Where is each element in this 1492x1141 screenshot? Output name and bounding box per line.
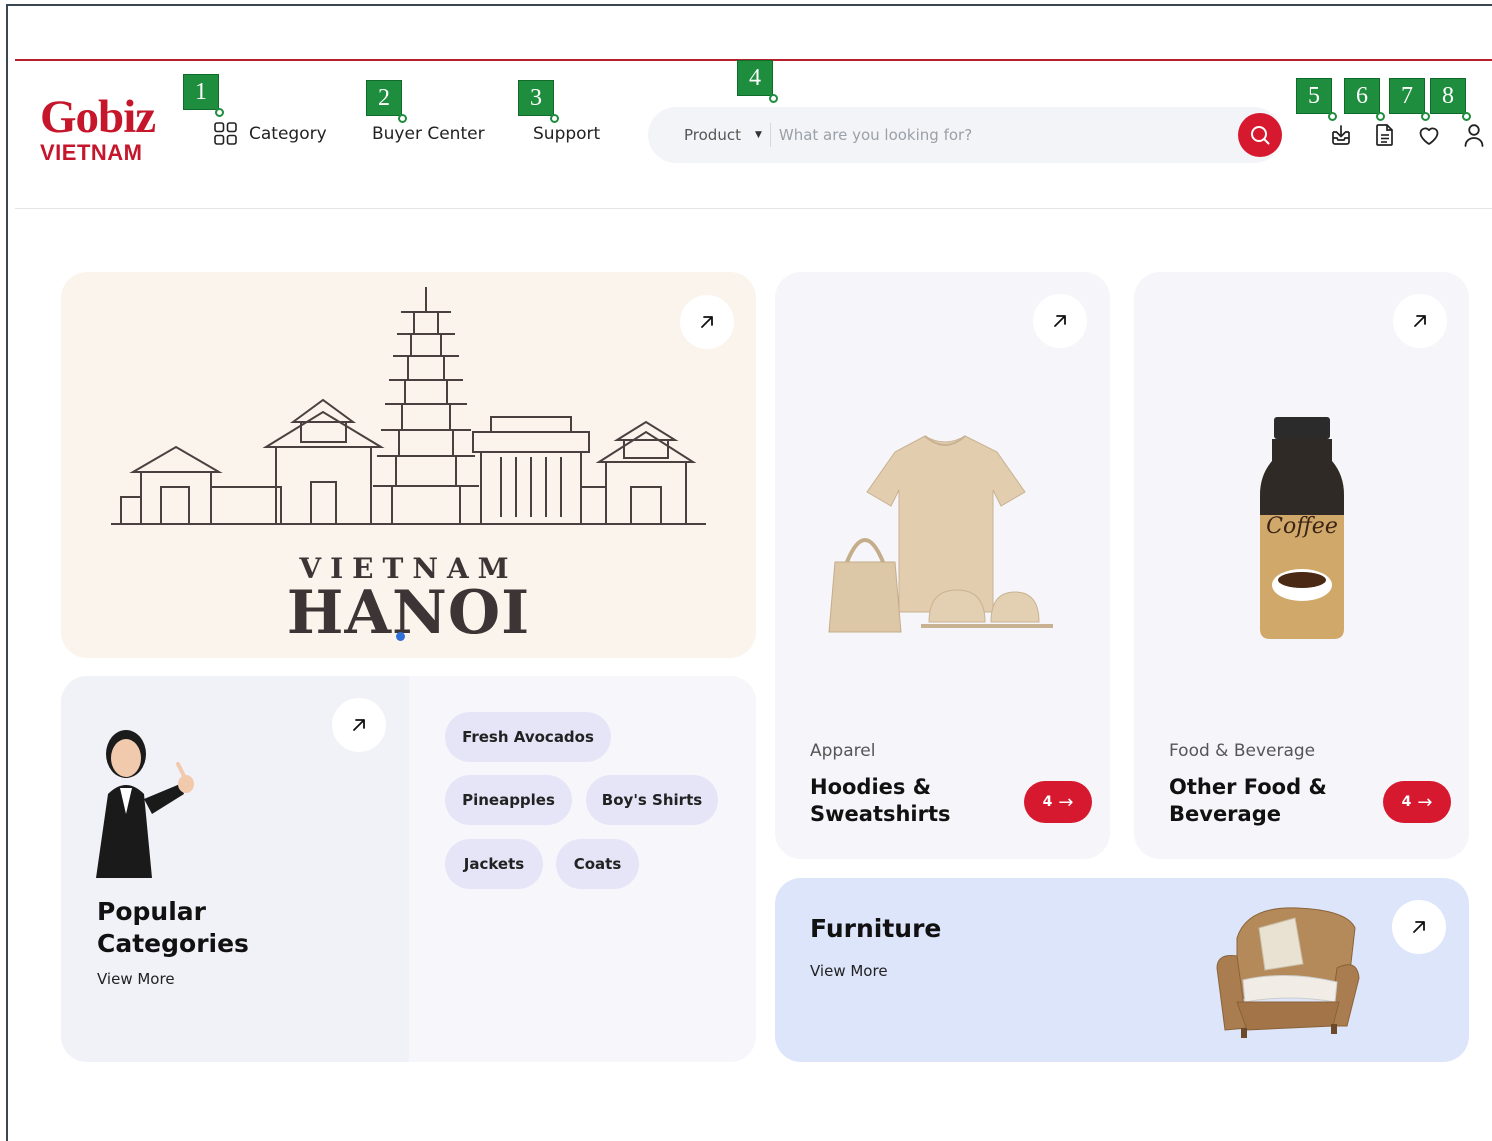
nav-support-label: Support xyxy=(533,124,601,144)
furniture-title: Furniture xyxy=(810,914,942,943)
arrow-right-icon: → xyxy=(1417,791,1433,813)
search-scope-label: Product xyxy=(684,126,741,144)
product-name-hoodies: Hoodies & Sweatshirts xyxy=(810,774,951,828)
furniture-view-more-link[interactable]: View More xyxy=(810,962,888,980)
annotation-badge-4: 4 xyxy=(737,60,778,103)
annotation-badge-6: 6 xyxy=(1344,78,1385,121)
heart-icon xyxy=(1419,127,1439,145)
chip-pineapples[interactable]: Pineapples xyxy=(445,775,572,825)
chip-jackets[interactable]: Jackets xyxy=(445,839,543,889)
popular-categories-card: Popular Categories View More Fresh Avoca… xyxy=(61,676,756,1062)
coffee-bottle-image: Coffee xyxy=(1260,417,1344,639)
product-name-line2: Sweatshirts xyxy=(810,802,951,826)
caret-down-icon: ▼ xyxy=(754,130,762,140)
document-icon xyxy=(1376,124,1393,146)
product-card-food-beverage[interactable]: Coffee Food & Beverage Other Food & Beve… xyxy=(1134,272,1469,859)
chip-boys-shirts[interactable]: Boy's Shirts xyxy=(586,775,718,825)
arrow-up-right-icon xyxy=(1413,921,1425,933)
annotation-badge-5: 5 xyxy=(1296,78,1337,121)
annotation-badge-3: 3 xyxy=(518,80,559,123)
site-logo[interactable]: Gobiz VIETNAM xyxy=(40,94,180,166)
popular-title: Popular Categories xyxy=(97,896,249,960)
hero-open-button[interactable] xyxy=(680,295,734,349)
annotation-badge-8: 8 xyxy=(1430,78,1471,121)
hero-banner-hanoi[interactable]: VIETNAM HANOI xyxy=(61,272,756,658)
header-divider xyxy=(15,208,1492,209)
popular-left-pane: Popular Categories View More xyxy=(61,676,409,1062)
product-category-food: Food & Beverage xyxy=(1169,741,1316,761)
nav-category-label: Category xyxy=(249,124,327,144)
search-icon xyxy=(1251,126,1270,145)
hanoi-skyline-illustration xyxy=(111,287,706,525)
hero-city-text: HANOI xyxy=(286,578,531,648)
product-name-line1: Other Food & xyxy=(1169,775,1327,799)
user-icon xyxy=(1464,124,1484,147)
product-name-line1: Hoodies & xyxy=(810,775,932,799)
orders-button[interactable] xyxy=(1370,120,1400,150)
popular-title-line2: Categories xyxy=(97,929,249,958)
arrow-up-right-icon xyxy=(1054,315,1066,327)
account-button[interactable] xyxy=(1459,120,1489,150)
search-button[interactable] xyxy=(1238,113,1282,157)
apparel-image xyxy=(828,435,1053,633)
chip-fresh-avocados[interactable]: Fresh Avocados xyxy=(445,712,611,762)
product-name-line2: Beverage xyxy=(1169,802,1281,826)
chip-coats[interactable]: Coats xyxy=(556,839,639,889)
logo-brand: Gobiz xyxy=(40,91,156,143)
product-count-button[interactable]: 4 → xyxy=(1024,781,1092,823)
wishlist-button[interactable] xyxy=(1414,120,1444,150)
saleswoman-illustration xyxy=(96,730,194,878)
armchair-image xyxy=(1216,907,1360,1038)
carousel-indicator-dot[interactable] xyxy=(396,632,405,641)
annotation-badge-2: 2 xyxy=(366,80,407,123)
product-count: 4 xyxy=(1401,794,1412,810)
furniture-open-button[interactable] xyxy=(1392,900,1446,954)
arrow-right-icon: → xyxy=(1058,791,1074,813)
product-name-other-food: Other Food & Beverage xyxy=(1169,774,1327,828)
logo-country: VIETNAM xyxy=(40,140,143,165)
search-input[interactable] xyxy=(778,126,1199,144)
arrow-up-right-icon xyxy=(701,316,713,328)
arrow-up-right-icon xyxy=(1414,315,1426,327)
product-count: 4 xyxy=(1042,794,1053,810)
search-scope-select[interactable]: Product ▼ xyxy=(684,126,762,144)
nav-buyer-center-label: Buyer Center xyxy=(372,124,485,144)
arrow-up-right-icon xyxy=(353,719,365,731)
grid-icon xyxy=(214,122,237,145)
annotation-badge-7: 7 xyxy=(1389,78,1430,121)
search-bar: Product ▼ xyxy=(648,107,1282,163)
nav-buyer-center[interactable]: Buyer Center xyxy=(372,120,485,148)
annotation-badge-1: 1 xyxy=(183,74,224,117)
nav-support[interactable]: Support xyxy=(533,120,600,148)
inbox-download-icon xyxy=(1332,125,1350,145)
nav-category[interactable]: Category xyxy=(213,120,327,148)
furniture-card[interactable]: Furniture View More xyxy=(775,878,1469,1062)
popular-view-more-link[interactable]: View More xyxy=(97,970,175,988)
food-open-button[interactable] xyxy=(1393,294,1447,348)
svg-text:Coffee: Coffee xyxy=(1266,514,1338,539)
product-card-apparel[interactable]: Apparel Hoodies & Sweatshirts 4 → xyxy=(775,272,1110,859)
popular-open-button[interactable] xyxy=(332,698,386,752)
popular-title-line1: Popular xyxy=(97,897,206,926)
search-divider xyxy=(769,123,771,147)
rfq-download-button[interactable] xyxy=(1326,120,1356,150)
apparel-open-button[interactable] xyxy=(1033,294,1087,348)
product-category-apparel: Apparel xyxy=(810,741,876,761)
product-count-button[interactable]: 4 → xyxy=(1383,781,1451,823)
